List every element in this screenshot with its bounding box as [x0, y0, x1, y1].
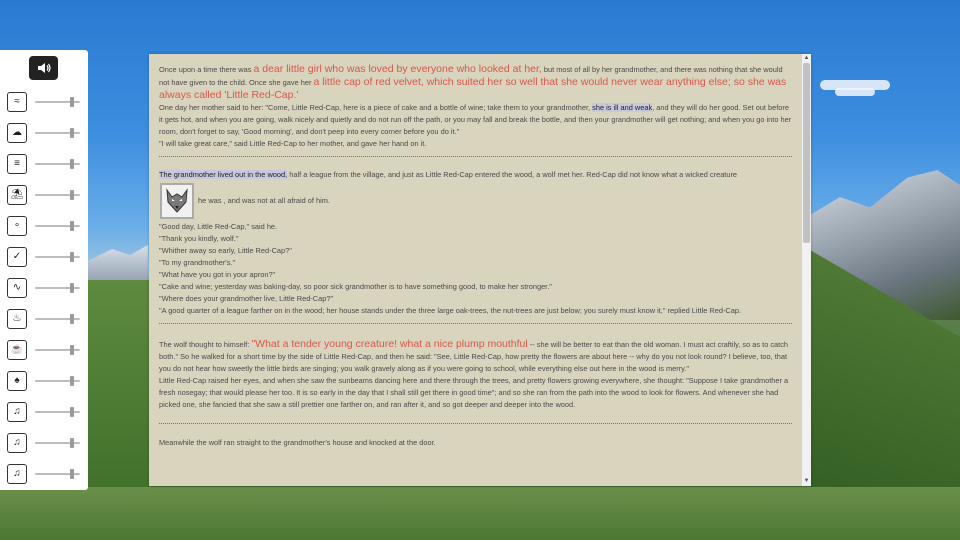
- volume-slider-thumb[interactable]: [70, 469, 74, 479]
- dialog-line: "What have you got in your apron?": [159, 270, 276, 279]
- story-content[interactable]: Once upon a time there was a dear little…: [149, 54, 802, 486]
- music-note-icon[interactable]: ♫: [7, 464, 27, 484]
- dialog-line: "A good quarter of a league farther on i…: [159, 306, 742, 315]
- story-scrollbar[interactable]: ▲ ▼: [802, 54, 811, 486]
- sound-row: ≈: [7, 92, 85, 112]
- volume-slider-thumb[interactable]: [70, 221, 74, 231]
- story-text: The wolf thought to himself:: [159, 340, 252, 349]
- dialog-line: "Thank you kindly, wolf.": [159, 234, 239, 243]
- paragraph: Once upon a time there was a dear little…: [159, 63, 792, 102]
- fire-icon[interactable]: ♨: [7, 309, 27, 329]
- highlighted-phrase[interactable]: "What a tender young creature! what a ni…: [251, 338, 527, 350]
- dialog-line: "Good day, Little Red-Cap," said he.: [159, 222, 278, 231]
- story-section-4: Meanwhile the wolf ran straight to the g…: [159, 424, 792, 455]
- marked-phrase[interactable]: The grandmother lived out in the wood,: [159, 170, 288, 179]
- master-volume-button[interactable]: [29, 56, 58, 80]
- story-text: One day her mother said to her: "Come, L…: [159, 103, 593, 112]
- paragraph: he was , and was not at all afraid of hi…: [159, 181, 792, 221]
- paragraph: Meanwhile the wolf ran straight to the g…: [159, 438, 436, 447]
- volume-slider[interactable]: [35, 283, 80, 293]
- dialog-line: "Whither away so early, Little Red-Cap?": [159, 246, 292, 255]
- sound-row: ≡: [7, 154, 85, 174]
- story-section-1: Once upon a time there was a dear little…: [159, 54, 792, 157]
- volume-slider[interactable]: [35, 159, 80, 169]
- wind-icon[interactable]: ≈: [7, 92, 27, 112]
- story-text: half a league from the village, and just…: [287, 170, 738, 179]
- waves-icon[interactable]: ∿: [7, 278, 27, 298]
- sound-row: ∿: [7, 278, 85, 298]
- sound-row: ♫: [7, 433, 85, 453]
- volume-slider[interactable]: [35, 221, 80, 231]
- paragraph: The grandmother lived out in the wood, h…: [159, 169, 792, 181]
- story-panel: Once upon a time there was a dear little…: [149, 54, 811, 486]
- volume-slider-thumb[interactable]: [70, 159, 74, 169]
- scroll-thumb[interactable]: [803, 63, 810, 243]
- fog-icon[interactable]: ≡: [7, 154, 27, 174]
- music-note-icon[interactable]: ♫: [7, 433, 27, 453]
- volume-slider-thumb[interactable]: [70, 438, 74, 448]
- volume-slider-thumb[interactable]: [70, 190, 74, 200]
- sound-mixer-panel: ≈ ☁ ≡ ⛱ ∘ ✓ ∿ ♨ ☕ ♠ ♫ ♫ ♫: [0, 50, 88, 490]
- volume-slider-thumb[interactable]: [70, 283, 74, 293]
- paragraph: One day her mother said to her: "Come, L…: [159, 102, 792, 138]
- volume-slider-thumb[interactable]: [70, 376, 74, 386]
- volume-slider-thumb[interactable]: [70, 345, 74, 355]
- meadow-bottom: [0, 487, 960, 540]
- volume-slider[interactable]: [35, 438, 80, 448]
- sound-row: ♫: [7, 464, 85, 484]
- volume-slider[interactable]: [35, 128, 80, 138]
- volume-slider[interactable]: [35, 376, 80, 386]
- volume-slider[interactable]: [35, 345, 80, 355]
- water-drops-icon[interactable]: ∘: [7, 216, 27, 236]
- marked-phrase[interactable]: she is ill and weak: [592, 103, 653, 112]
- volume-slider[interactable]: [35, 407, 80, 417]
- sound-row: ✓: [7, 247, 85, 267]
- cloud: [835, 88, 875, 96]
- volume-slider[interactable]: [35, 252, 80, 262]
- dialog-line: "Cake and wine; yesterday was baking-day…: [159, 282, 552, 291]
- story-section-2: The grandmother lived out in the wood, h…: [159, 157, 792, 324]
- story-section-3: The wolf thought to himself: "What a ten…: [159, 324, 792, 424]
- paragraph: "I will take great care," said Little Re…: [159, 139, 427, 148]
- scroll-down-arrow-icon[interactable]: ▼: [802, 477, 811, 486]
- forest-icon[interactable]: ♠: [7, 371, 27, 391]
- sound-row: ♨: [7, 309, 85, 329]
- speaker-volume-icon: [37, 63, 51, 73]
- music-note-icon[interactable]: ♫: [7, 402, 27, 422]
- sound-row: ♫: [7, 402, 85, 422]
- sound-row: ⛱: [7, 185, 85, 205]
- beach-umbrella-icon[interactable]: ⛱: [7, 185, 27, 205]
- coffee-icon[interactable]: ☕: [7, 340, 27, 360]
- wolf-image[interactable]: [160, 183, 194, 219]
- volume-slider[interactable]: [35, 190, 80, 200]
- volume-slider-thumb[interactable]: [70, 314, 74, 324]
- highlighted-phrase[interactable]: a dear little girl who was loved by ever…: [254, 63, 542, 75]
- wolf-icon: [166, 188, 188, 213]
- volume-slider[interactable]: [35, 469, 80, 479]
- volume-slider-thumb[interactable]: [70, 97, 74, 107]
- sound-row: ∘: [7, 216, 85, 236]
- volume-slider[interactable]: [35, 314, 80, 324]
- bird-icon[interactable]: ✓: [7, 247, 27, 267]
- sound-row: ☕: [7, 340, 85, 360]
- rain-cloud-icon[interactable]: ☁: [7, 123, 27, 143]
- paragraph: Little Red-Cap raised her eyes, and when…: [159, 376, 789, 409]
- sound-row: ♠: [7, 371, 85, 391]
- sound-row: ☁: [7, 123, 85, 143]
- story-text: he was , and was not at all afraid of hi…: [196, 195, 330, 205]
- paragraph: The wolf thought to himself: "What a ten…: [159, 338, 792, 375]
- volume-slider-thumb[interactable]: [70, 128, 74, 138]
- volume-slider-thumb[interactable]: [70, 407, 74, 417]
- volume-slider-thumb[interactable]: [70, 252, 74, 262]
- dialog-line: "To my grandmother's.": [159, 258, 236, 267]
- story-text: Once upon a time there was: [159, 65, 254, 74]
- scroll-up-arrow-icon[interactable]: ▲: [802, 54, 811, 63]
- volume-slider[interactable]: [35, 97, 80, 107]
- dialog-line: "Where does your grandmother live, Littl…: [159, 294, 334, 303]
